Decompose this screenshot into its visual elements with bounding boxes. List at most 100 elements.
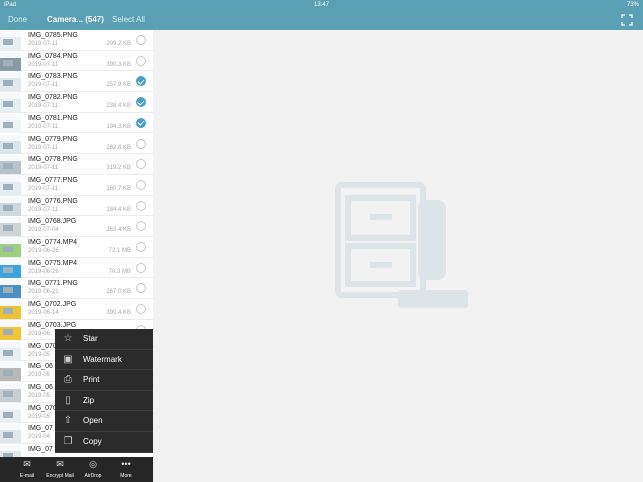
file-thumbnail bbox=[0, 341, 21, 361]
file-size: 390.3 KB bbox=[106, 61, 131, 68]
file-name: IMG_07 bbox=[28, 425, 53, 433]
file-name: IMG_0771.PNG bbox=[28, 280, 78, 288]
menu-item-label: Open bbox=[83, 416, 103, 426]
file-size: 194.3 KB bbox=[106, 123, 131, 130]
file-row[interactable]: IMG_0776.PNG 2019-07-11 184.4 KB bbox=[0, 196, 153, 217]
more-icon: ••• bbox=[121, 459, 131, 469]
select-checkbox[interactable] bbox=[136, 138, 146, 149]
toolbar-label: More bbox=[120, 473, 132, 479]
file-thumbnail bbox=[0, 258, 21, 278]
select-checkbox[interactable] bbox=[136, 159, 146, 170]
file-thumbnail bbox=[0, 403, 21, 423]
file-name: IMG_070 bbox=[28, 342, 57, 350]
menu-item-open[interactable]: ⇧ Open bbox=[55, 411, 153, 432]
select-checkbox[interactable] bbox=[136, 242, 146, 252]
select-checkbox[interactable] bbox=[136, 221, 146, 232]
select-checkbox[interactable] bbox=[136, 35, 146, 45]
battery-label: 73% bbox=[626, 2, 639, 8]
file-date: 2019-07-11 bbox=[28, 206, 59, 213]
email-icon: ✉ bbox=[23, 459, 31, 469]
file-date: 2019-07-11 bbox=[28, 185, 59, 192]
file-name: IMG_0783.PNG bbox=[28, 73, 78, 81]
file-row[interactable]: IMG_0781.PNG 2019-07-11 194.3 KB bbox=[0, 113, 153, 134]
file-date: 2019-07-04 bbox=[28, 227, 59, 234]
file-date: 2019-05 bbox=[28, 413, 51, 420]
file-size: 238.4 KB bbox=[106, 103, 131, 110]
menu-item-zip[interactable]: ▯ Zip bbox=[55, 391, 153, 412]
file-size: 160.7 KB bbox=[106, 185, 131, 192]
menu-item-label: Print bbox=[83, 375, 100, 385]
select-checkbox[interactable] bbox=[136, 97, 146, 108]
toolbar-e-mail-button[interactable]: ✉ E-mail bbox=[10, 459, 44, 481]
file-size: 319.2 KB bbox=[106, 165, 131, 172]
menu-item-watermark[interactable]: ▣ Watermark bbox=[55, 350, 153, 371]
select-checkbox[interactable] bbox=[136, 117, 146, 128]
file-name: IMG_0777.PNG bbox=[28, 176, 78, 184]
file-row[interactable]: IMG_0777.PNG 2019-07-11 160.7 KB bbox=[0, 175, 153, 196]
menu-item-label: Copy bbox=[83, 437, 102, 446]
select-all-button[interactable]: Select All bbox=[112, 15, 145, 24]
expand-icon[interactable] bbox=[621, 14, 633, 26]
file-row[interactable]: IMG_0702.JPG 2019-06-14 390.4 KB bbox=[0, 299, 153, 320]
print-icon: ⎙ bbox=[64, 374, 72, 386]
menu-item-star[interactable]: ☆ Star bbox=[55, 329, 153, 350]
airdrop-icon: ◎ bbox=[89, 459, 97, 469]
file-size: 263.4 KB bbox=[106, 227, 131, 234]
file-thumbnail bbox=[0, 155, 21, 175]
file-thumbnail bbox=[0, 279, 21, 299]
file-row[interactable]: IMG_0775.MP4 2019-06-26 70.3 MB bbox=[0, 258, 153, 279]
select-checkbox[interactable] bbox=[136, 200, 146, 211]
file-name: IMG_06 bbox=[28, 383, 53, 391]
file-row[interactable]: IMG_0768.JPG 2019-07-04 263.4 KB bbox=[0, 216, 153, 237]
file-row[interactable]: IMG_0782.PNG 2019-07-11 238.4 KB bbox=[0, 92, 153, 113]
select-checkbox[interactable] bbox=[136, 55, 146, 66]
menu-item-print[interactable]: ⎙ Print bbox=[55, 370, 153, 391]
file-name: IMG_0781.PNG bbox=[28, 114, 78, 122]
file-thumbnail bbox=[0, 445, 21, 457]
file-size: 257.9 KB bbox=[106, 82, 131, 89]
file-date: 2019-04 bbox=[28, 434, 51, 441]
file-name: IMG_0702.JPG bbox=[28, 301, 77, 309]
toolbar-airdrop-button[interactable]: ◎ AirDrop bbox=[76, 459, 110, 481]
file-date: 2019-06-26 bbox=[28, 268, 59, 275]
file-thumbnail bbox=[0, 362, 21, 382]
select-checkbox[interactable] bbox=[136, 179, 146, 190]
file-thumbnail bbox=[0, 382, 21, 402]
file-date: 2019-05 bbox=[28, 372, 51, 379]
folder-title: Camera... (547) bbox=[47, 15, 104, 24]
file-name: IMG_0776.PNG bbox=[28, 197, 78, 205]
file-row[interactable]: IMG_0783.PNG 2019-07-11 257.9 KB bbox=[0, 71, 153, 93]
file-date: 2019-07-11 bbox=[28, 165, 59, 172]
menu-item-label: Star bbox=[83, 334, 98, 343]
status-bar: iPad 13:47 73% bbox=[0, 0, 643, 10]
toolbar-encrypt-mail-button[interactable]: ✉ Encrypt Mail bbox=[43, 459, 77, 481]
file-row[interactable]: IMG_0771.PNG 2019-06-21 267.0 KB bbox=[0, 278, 153, 300]
select-checkbox[interactable] bbox=[136, 76, 146, 87]
select-checkbox[interactable] bbox=[136, 304, 146, 315]
done-button[interactable]: Done bbox=[8, 15, 27, 24]
file-name: IMG_0775.MP4 bbox=[28, 259, 78, 267]
select-checkbox[interactable] bbox=[136, 283, 146, 294]
file-size: 262.8 KB bbox=[106, 144, 131, 151]
file-row[interactable]: IMG_0774.MP4 2019-06-26 72.1 MB bbox=[0, 237, 153, 258]
file-thumbnail bbox=[0, 72, 21, 92]
bottom-toolbar: ✉ E-mail ✉ Encrypt Mail ◎ AirDrop ••• More bbox=[0, 457, 153, 482]
file-row[interactable]: IMG_0784.PNG 2019-07-11 390.3 KB bbox=[0, 51, 153, 72]
file-date: 2019-07-11 bbox=[28, 144, 59, 151]
file-size: 209.2 KB bbox=[106, 41, 131, 47]
file-size: 70.3 MB bbox=[108, 268, 131, 275]
toolbar-more-button[interactable]: ••• More bbox=[109, 459, 143, 481]
file-date: 2019-07-11 bbox=[28, 103, 59, 110]
nav-bar: Done Camera... (547) Select All bbox=[0, 10, 643, 30]
file-row[interactable]: IMG_0785.PNG 2019-07-11 209.2 KB bbox=[0, 30, 153, 51]
file-size: 390.4 KB bbox=[106, 310, 131, 317]
menu-item-copy[interactable]: ❐ Copy bbox=[55, 432, 153, 453]
file-date: 2019-07-11 bbox=[28, 61, 59, 68]
file-date: 2019-07-11 bbox=[28, 82, 59, 89]
select-checkbox[interactable] bbox=[136, 262, 146, 273]
file-row[interactable]: IMG_0779.PNG 2019-07-11 262.8 KB bbox=[0, 134, 153, 155]
file-row[interactable]: IMG_0778.PNG 2019-07-11 319.2 KB bbox=[0, 154, 153, 175]
file-name: IMG_0768.JPG bbox=[28, 218, 77, 226]
file-name: IMG_070 bbox=[28, 404, 57, 412]
file-name: IMG_06 bbox=[28, 363, 53, 371]
